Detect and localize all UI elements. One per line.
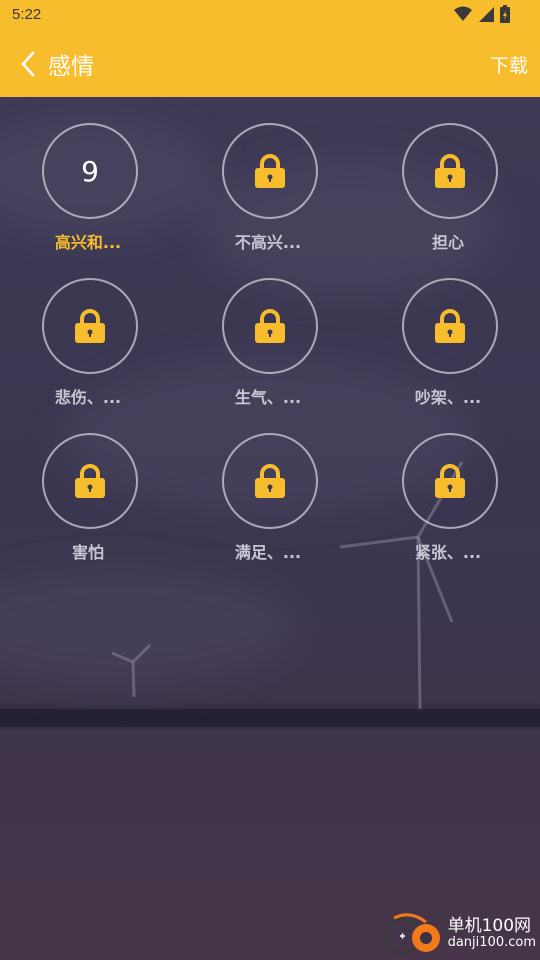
lock-icon xyxy=(435,154,465,188)
category-tile[interactable]: 担心 xyxy=(380,123,520,273)
category-circle xyxy=(402,278,498,374)
category-label: 吵架、... xyxy=(414,388,482,407)
category-label: 悲伤、... xyxy=(54,388,122,407)
lock-icon xyxy=(255,464,285,498)
category-circle xyxy=(222,123,318,219)
category-tile[interactable]: 9 高兴和... xyxy=(20,123,160,273)
category-count: 9 xyxy=(81,154,99,188)
app-bar: 感情 下载 xyxy=(0,30,540,97)
lock-icon xyxy=(75,464,105,498)
category-tile[interactable]: 生气、... xyxy=(200,278,340,428)
category-label: 担心 xyxy=(431,233,464,252)
lock-icon xyxy=(255,309,285,343)
category-label: 生气、... xyxy=(234,388,302,407)
back-button[interactable] xyxy=(8,44,48,84)
status-time: 5:22 xyxy=(12,6,42,23)
status-bar: 5:22 xyxy=(0,0,540,30)
category-circle xyxy=(42,433,138,529)
category-circle xyxy=(402,123,498,219)
watermark-url: danji100.com xyxy=(447,935,536,951)
lock-icon xyxy=(75,309,105,343)
status-icons xyxy=(454,5,510,23)
category-tile[interactable]: 吵架、... xyxy=(380,278,520,428)
category-label: 不高兴... xyxy=(234,233,302,252)
page-title: 感情 xyxy=(48,54,94,80)
wifi-icon xyxy=(454,6,472,21)
battery-icon xyxy=(500,5,510,23)
back-arrow-icon xyxy=(21,51,35,77)
category-tile[interactable]: 不高兴... xyxy=(200,123,340,273)
category-circle xyxy=(222,278,318,374)
category-tile[interactable]: 紧张、... xyxy=(380,433,520,583)
category-tile[interactable]: 悲伤、... xyxy=(20,278,160,428)
category-circle xyxy=(42,278,138,374)
watermark-logo-icon xyxy=(383,913,440,955)
signal-icon xyxy=(479,7,494,22)
category-label: 紧张、... xyxy=(414,543,482,562)
category-tile[interactable]: 满足、... xyxy=(200,433,340,583)
lock-icon xyxy=(255,154,285,188)
category-label: 害怕 xyxy=(71,543,104,562)
category-label: 高兴和... xyxy=(54,233,122,252)
watermark-text: 单机100网 danji100.com xyxy=(447,916,536,951)
watermark: 单机100网 danji100.com xyxy=(380,912,536,956)
lock-icon xyxy=(435,464,465,498)
watermark-title: 单机100网 xyxy=(447,916,532,937)
content-area: 9 高兴和... 不高兴... 担心 悲伤、... 生气、... 吵架、... … xyxy=(0,97,540,960)
category-circle: 9 xyxy=(42,123,138,219)
lock-icon xyxy=(435,309,465,343)
category-circle xyxy=(402,433,498,529)
category-label: 满足、... xyxy=(234,543,302,562)
download-button[interactable]: 下载 xyxy=(490,51,528,78)
category-circle xyxy=(222,433,318,529)
category-tile[interactable]: 害怕 xyxy=(20,433,160,583)
